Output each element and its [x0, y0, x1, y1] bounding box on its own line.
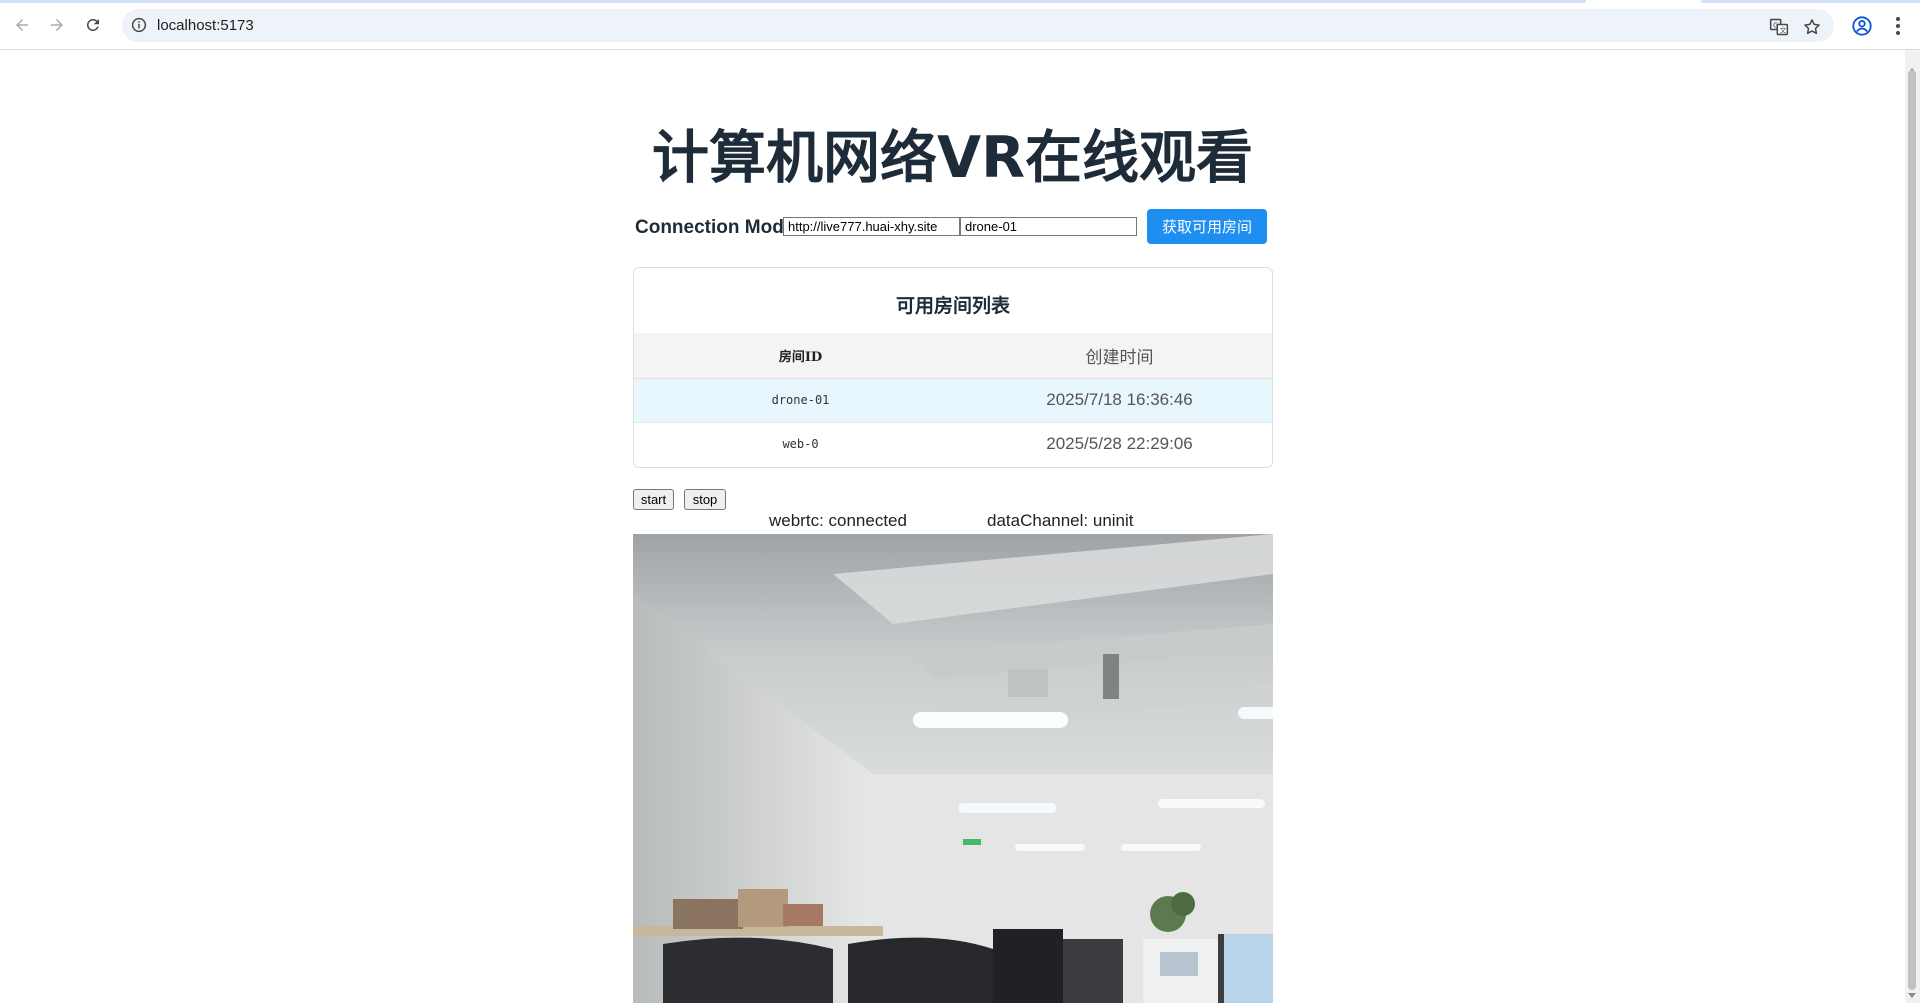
table-row[interactable]: drone-01 2025/7/18 16:36:46	[634, 378, 1272, 422]
table-row[interactable]: web-0 2025/5/28 22:29:06	[634, 422, 1272, 466]
url-text[interactable]: localhost:5173	[157, 17, 254, 34]
page-title: 计算机网络VR在线观看	[651, 125, 1253, 191]
server-url-input[interactable]	[783, 217, 960, 236]
datachannel-status: dataChannel: uninit	[987, 511, 1134, 530]
svg-text:G: G	[1773, 21, 1778, 29]
room-list-card: 可用房间列表 房间ID 创建时间 drone-01 2025/7/18 16:3…	[633, 267, 1273, 468]
translate-icon[interactable]: G 文	[1769, 17, 1789, 37]
column-header-created-time: 创建时间	[1085, 347, 1154, 368]
room-list-heading: 可用房间列表	[895, 295, 1010, 317]
browser-toolbar: localhost:5173 G 文	[0, 0, 1920, 50]
scrollbar-thumb[interactable]	[1908, 70, 1916, 990]
room-table-header: 房间ID 创建时间	[634, 333, 1272, 378]
connection-row: Connection Mode 获取可用房间	[0, 208, 1905, 246]
back-button[interactable]	[7, 10, 37, 40]
video-stream[interactable]	[633, 534, 1273, 1003]
forward-button[interactable]	[42, 10, 72, 40]
room-id-cell: web-0	[782, 437, 819, 452]
room-id-cell: drone-01	[771, 393, 830, 407]
tab-strip-edge	[0, 0, 1586, 3]
forward-icon	[51, 19, 63, 31]
address-bar[interactable]: localhost:5173 G 文	[122, 9, 1834, 42]
back-icon	[16, 19, 28, 31]
site-info-icon[interactable]	[130, 16, 148, 34]
stop-button[interactable]: stop	[684, 489, 726, 510]
bookmark-star-icon[interactable]	[1802, 17, 1822, 37]
webrtc-status: webrtc: connected	[769, 511, 907, 530]
column-header-room-id: 房间ID	[778, 349, 823, 365]
room-id-input[interactable]	[960, 217, 1137, 236]
start-button[interactable]: start	[633, 489, 674, 510]
page-scrollbar[interactable]	[1905, 50, 1920, 1003]
created-time-cell: 2025/7/18 16:36:46	[1046, 390, 1193, 409]
video-frame-image	[633, 534, 1273, 1003]
created-time-cell: 2025/5/28 22:29:06	[1046, 434, 1193, 454]
fetch-rooms-button[interactable]: 获取可用房间	[1147, 209, 1267, 244]
reload-icon	[86, 18, 99, 31]
connection-mode-label: Connection Mode	[635, 217, 795, 238]
reload-button[interactable]	[78, 10, 108, 40]
svg-text:文: 文	[1780, 25, 1787, 34]
scroll-down-arrow-icon[interactable]	[1908, 993, 1916, 998]
tab-strip-edge-right	[1701, 0, 1920, 3]
profile-icon[interactable]	[1851, 15, 1873, 37]
room-table: 房间ID 创建时间 drone-01 2025/7/18 16:36:46 we…	[634, 333, 1272, 466]
menu-kebab-icon[interactable]	[1889, 15, 1907, 37]
